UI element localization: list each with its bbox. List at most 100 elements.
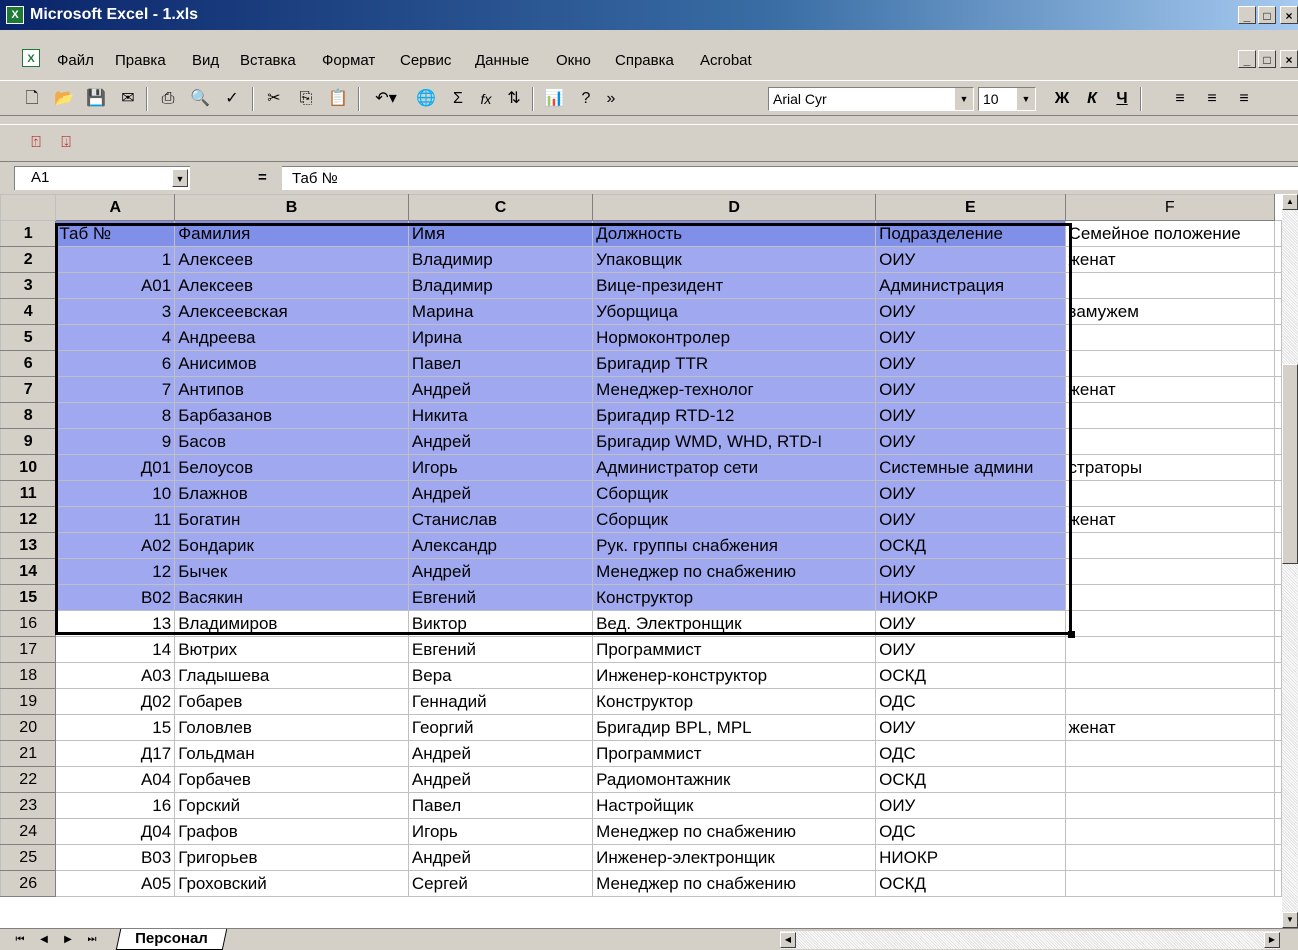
cell[interactable] bbox=[1274, 272, 1282, 299]
cell[interactable] bbox=[1064, 610, 1276, 637]
cell[interactable] bbox=[1274, 844, 1282, 871]
cell[interactable]: 6 bbox=[55, 350, 176, 377]
cell[interactable]: ОИУ bbox=[875, 428, 1066, 455]
vertical-scroll-thumb[interactable] bbox=[1282, 364, 1298, 564]
column-header-f[interactable]: F bbox=[1064, 194, 1276, 221]
cell[interactable] bbox=[1064, 350, 1276, 377]
row-header[interactable]: 13 bbox=[0, 532, 57, 559]
print-preview-icon[interactable]: 🔍 bbox=[188, 87, 212, 111]
cell[interactable]: Вера bbox=[407, 662, 594, 689]
cell[interactable]: Антипов bbox=[174, 376, 409, 403]
cell[interactable]: Менеджер-технолог bbox=[592, 376, 877, 403]
cell[interactable]: Барбазанов bbox=[174, 402, 409, 429]
scroll-left-icon[interactable]: ◀ bbox=[780, 932, 796, 948]
formula-input[interactable]: Таб № bbox=[282, 166, 1298, 190]
cell[interactable]: Таб № bbox=[55, 220, 176, 247]
cell[interactable]: ОИУ bbox=[875, 506, 1066, 533]
cell[interactable]: 14 bbox=[55, 636, 176, 663]
cell[interactable]: 9 bbox=[55, 428, 176, 455]
row-header[interactable]: 21 bbox=[0, 740, 57, 767]
row-header[interactable]: 24 bbox=[0, 818, 57, 845]
first-sheet-icon[interactable]: ⏮ bbox=[12, 932, 28, 948]
cell[interactable]: ОИУ bbox=[875, 636, 1066, 663]
cell[interactable]: Андрей bbox=[407, 376, 594, 403]
row-header[interactable]: 26 bbox=[0, 870, 57, 897]
cell[interactable]: Горбачев bbox=[174, 766, 409, 793]
column-header-e[interactable]: E bbox=[875, 194, 1066, 221]
italic-button[interactable]: К bbox=[1080, 87, 1104, 111]
menu-data[interactable]: Данные bbox=[475, 52, 529, 69]
cell[interactable]: Бригадир RTD-12 bbox=[592, 402, 877, 429]
menu-help[interactable]: Справка bbox=[615, 52, 674, 69]
function-button[interactable]: fx bbox=[474, 87, 498, 111]
cell[interactable]: ОИУ bbox=[875, 402, 1066, 429]
cut-icon[interactable]: ✂ bbox=[262, 87, 286, 111]
bold-button[interactable]: Ж bbox=[1050, 87, 1074, 111]
row-header[interactable]: 9 bbox=[0, 428, 57, 455]
cell[interactable]: Белоусов bbox=[174, 454, 409, 481]
cell[interactable]: Программист bbox=[592, 740, 877, 767]
close-button[interactable]: × bbox=[1280, 6, 1298, 24]
cell[interactable]: 1 bbox=[55, 246, 176, 273]
cell[interactable]: страторы bbox=[1064, 454, 1276, 481]
cell[interactable]: 15 bbox=[55, 714, 176, 741]
cell[interactable]: Головлев bbox=[174, 714, 409, 741]
cell[interactable]: ОИУ bbox=[875, 714, 1066, 741]
cell[interactable]: Басов bbox=[174, 428, 409, 455]
maximize-button[interactable]: □ bbox=[1258, 6, 1276, 24]
cell[interactable]: Сборщик bbox=[592, 506, 877, 533]
cell[interactable]: ОИУ bbox=[875, 610, 1066, 637]
row-header[interactable]: 17 bbox=[0, 636, 57, 663]
cell[interactable] bbox=[1274, 870, 1282, 897]
cell[interactable] bbox=[1274, 480, 1282, 507]
cell[interactable]: 7 bbox=[55, 376, 176, 403]
cell[interactable]: Игорь bbox=[407, 818, 594, 845]
cell[interactable]: ОДС bbox=[875, 688, 1066, 715]
help-icon[interactable]: ? bbox=[574, 87, 598, 111]
menu-file[interactable]: Файл bbox=[57, 52, 94, 69]
cell[interactable]: Игорь bbox=[407, 454, 594, 481]
cell[interactable] bbox=[1064, 662, 1276, 689]
cell[interactable]: Андрей bbox=[407, 480, 594, 507]
cell[interactable]: Алексеев bbox=[174, 246, 409, 273]
cell[interactable]: Павел bbox=[407, 350, 594, 377]
cell[interactable]: Рук. группы снабжения bbox=[592, 532, 877, 559]
cell[interactable]: Марина bbox=[407, 298, 594, 325]
cell[interactable]: Д02 bbox=[55, 688, 176, 715]
cell[interactable]: Гладышева bbox=[174, 662, 409, 689]
cell[interactable]: НИОКР bbox=[875, 844, 1066, 871]
cell[interactable]: Андреева bbox=[174, 324, 409, 351]
cell[interactable] bbox=[1064, 532, 1276, 559]
scroll-right-icon[interactable]: ▶ bbox=[1264, 932, 1280, 948]
cell[interactable] bbox=[1274, 532, 1282, 559]
cell[interactable] bbox=[1064, 324, 1276, 351]
cell[interactable]: А01 bbox=[55, 272, 176, 299]
cell[interactable]: Нормоконтролер bbox=[592, 324, 877, 351]
save-icon[interactable]: 💾 bbox=[84, 87, 108, 111]
cell[interactable]: Богатин bbox=[174, 506, 409, 533]
cell[interactable]: женат bbox=[1064, 246, 1276, 273]
cell[interactable]: Андрей bbox=[407, 740, 594, 767]
cell[interactable] bbox=[1064, 844, 1276, 871]
cell[interactable]: Должность bbox=[592, 220, 877, 247]
cell[interactable] bbox=[1274, 246, 1282, 273]
cell[interactable] bbox=[1274, 636, 1282, 663]
cell[interactable]: Бычек bbox=[174, 558, 409, 585]
cell[interactable]: 11 bbox=[55, 506, 176, 533]
cell[interactable] bbox=[1274, 662, 1282, 689]
row-header[interactable]: 16 bbox=[0, 610, 57, 637]
mail-icon[interactable]: ✉ bbox=[116, 87, 140, 111]
cell[interactable]: Григорьев bbox=[174, 844, 409, 871]
last-sheet-icon[interactable]: ⏭ bbox=[84, 932, 100, 948]
cell[interactable]: Фамилия bbox=[174, 220, 409, 247]
cell[interactable]: Менеджер по снабжению bbox=[592, 558, 877, 585]
cell[interactable]: Геннадий bbox=[407, 688, 594, 715]
cell[interactable]: Подразделение bbox=[875, 220, 1066, 247]
underline-button[interactable]: Ч bbox=[1110, 87, 1134, 111]
autosum-button[interactable]: Σ bbox=[446, 87, 470, 111]
row-header[interactable]: 14 bbox=[0, 558, 57, 585]
cell[interactable]: Горский bbox=[174, 792, 409, 819]
doc-restore-button[interactable]: □ bbox=[1258, 50, 1276, 68]
cell[interactable]: ОИУ bbox=[875, 324, 1066, 351]
cell[interactable]: Вице-президент bbox=[592, 272, 877, 299]
